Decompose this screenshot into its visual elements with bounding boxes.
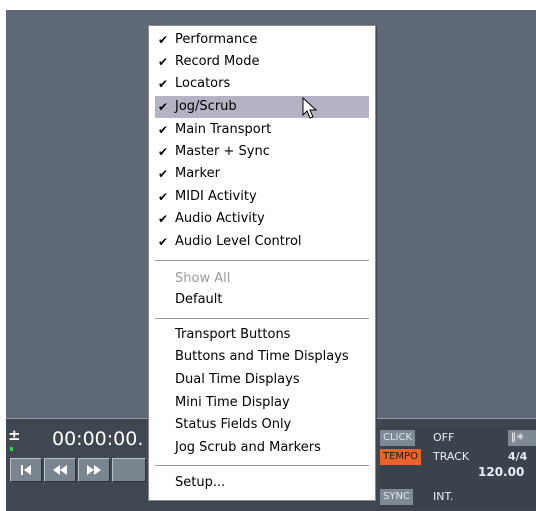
menu-item-locators[interactable]: ✔ Locators bbox=[155, 73, 369, 95]
menu-item-buttons-and-time-displays[interactable]: Buttons and Time Displays bbox=[155, 346, 369, 368]
tempo-mode: TRACK bbox=[433, 450, 470, 463]
checkmark-icon: ✔ bbox=[158, 55, 169, 69]
go-to-start-button[interactable] bbox=[10, 458, 42, 482]
menu-item-label: Locators bbox=[175, 76, 231, 91]
level-indicator bbox=[10, 447, 13, 451]
primary-time-display[interactable]: 00:00:00. bbox=[52, 428, 143, 450]
menu-item-jog-scrub[interactable]: ✔ Jog/Scrub bbox=[155, 96, 369, 118]
tempo-tag[interactable]: TEMPO bbox=[380, 449, 421, 465]
fast-forward-button[interactable] bbox=[78, 458, 110, 482]
menu-item-label: Audio Level Control bbox=[175, 234, 302, 249]
menu-item-show-all: Show All bbox=[175, 271, 231, 286]
click-tag[interactable]: CLICK bbox=[380, 430, 416, 446]
checkmark-icon: ✔ bbox=[158, 100, 169, 114]
mouse-cursor-icon bbox=[302, 97, 318, 119]
go-to-start-icon bbox=[21, 465, 31, 475]
sync-value: INT. bbox=[433, 490, 454, 503]
menu-item-label: Record Mode bbox=[175, 54, 260, 69]
menu-item-jog-scrub-and-markers[interactable]: Jog Scrub and Markers bbox=[155, 437, 369, 459]
sync-tag[interactable]: SYNC bbox=[380, 489, 413, 505]
checkmark-icon: ✔ bbox=[158, 235, 169, 249]
menu-separator bbox=[155, 465, 369, 467]
checkmark-icon: ✔ bbox=[158, 167, 169, 181]
menu-item-dual-time-displays[interactable]: Dual Time Displays bbox=[155, 369, 369, 391]
checkmark-icon: ✔ bbox=[158, 212, 169, 226]
menu-item-master-sync[interactable]: ✔ Master + Sync bbox=[155, 141, 369, 163]
menu-item-label: Performance bbox=[175, 32, 258, 47]
tempo-value: 120.00 bbox=[478, 465, 525, 479]
menu-item-label: Audio Activity bbox=[175, 211, 265, 226]
checkmark-icon: ✔ bbox=[158, 33, 169, 47]
menu-item-mini-time-display[interactable]: Mini Time Display bbox=[155, 392, 369, 414]
precount-icon: ‖✳ bbox=[511, 432, 525, 443]
menu-item-label: MIDI Activity bbox=[175, 189, 257, 204]
rewind-button[interactable] bbox=[44, 458, 76, 482]
menu-item-record-mode[interactable]: ✔ Record Mode bbox=[155, 51, 369, 73]
click-value: OFF bbox=[433, 431, 455, 444]
menu-separator bbox=[155, 260, 369, 262]
menu-item-label: Jog/Scrub bbox=[175, 99, 237, 114]
rewind-icon bbox=[53, 465, 67, 475]
precount-button[interactable]: ‖✳ bbox=[508, 430, 536, 446]
context-menu: ✔ Performance ✔ Record Mode ✔ Locators ✔… bbox=[148, 25, 376, 501]
menu-separator bbox=[155, 318, 369, 320]
menu-item-status-fields-only[interactable]: Status Fields Only bbox=[155, 414, 369, 436]
time-format-toggle[interactable]: ± bbox=[8, 428, 21, 443]
fast-forward-icon bbox=[87, 465, 101, 475]
menu-item-setup[interactable]: Setup... bbox=[155, 472, 369, 494]
menu-item-label: Marker bbox=[175, 166, 220, 181]
checkmark-icon: ✔ bbox=[158, 145, 169, 159]
checkmark-icon: ✔ bbox=[158, 190, 169, 204]
checkmark-icon: ✔ bbox=[158, 77, 169, 91]
menu-item-main-transport[interactable]: ✔ Main Transport bbox=[155, 119, 369, 141]
menu-item-performance[interactable]: ✔ Performance bbox=[155, 29, 369, 51]
menu-item-midi-activity[interactable]: ✔ MIDI Activity bbox=[155, 186, 369, 208]
menu-item-audio-level-control[interactable]: ✔ Audio Level Control bbox=[155, 231, 369, 253]
menu-item-marker[interactable]: ✔ Marker bbox=[155, 163, 369, 185]
menu-item-transport-buttons[interactable]: Transport Buttons bbox=[155, 324, 369, 346]
menu-item-default[interactable]: Default bbox=[155, 289, 369, 311]
checkmark-icon: ✔ bbox=[158, 123, 169, 137]
cycle-button[interactable] bbox=[112, 458, 146, 482]
menu-item-label: Master + Sync bbox=[175, 144, 270, 159]
time-signature: 4/4 bbox=[508, 450, 528, 463]
menu-item-audio-activity[interactable]: ✔ Audio Activity bbox=[155, 208, 369, 230]
menu-item-label: Main Transport bbox=[175, 122, 272, 137]
